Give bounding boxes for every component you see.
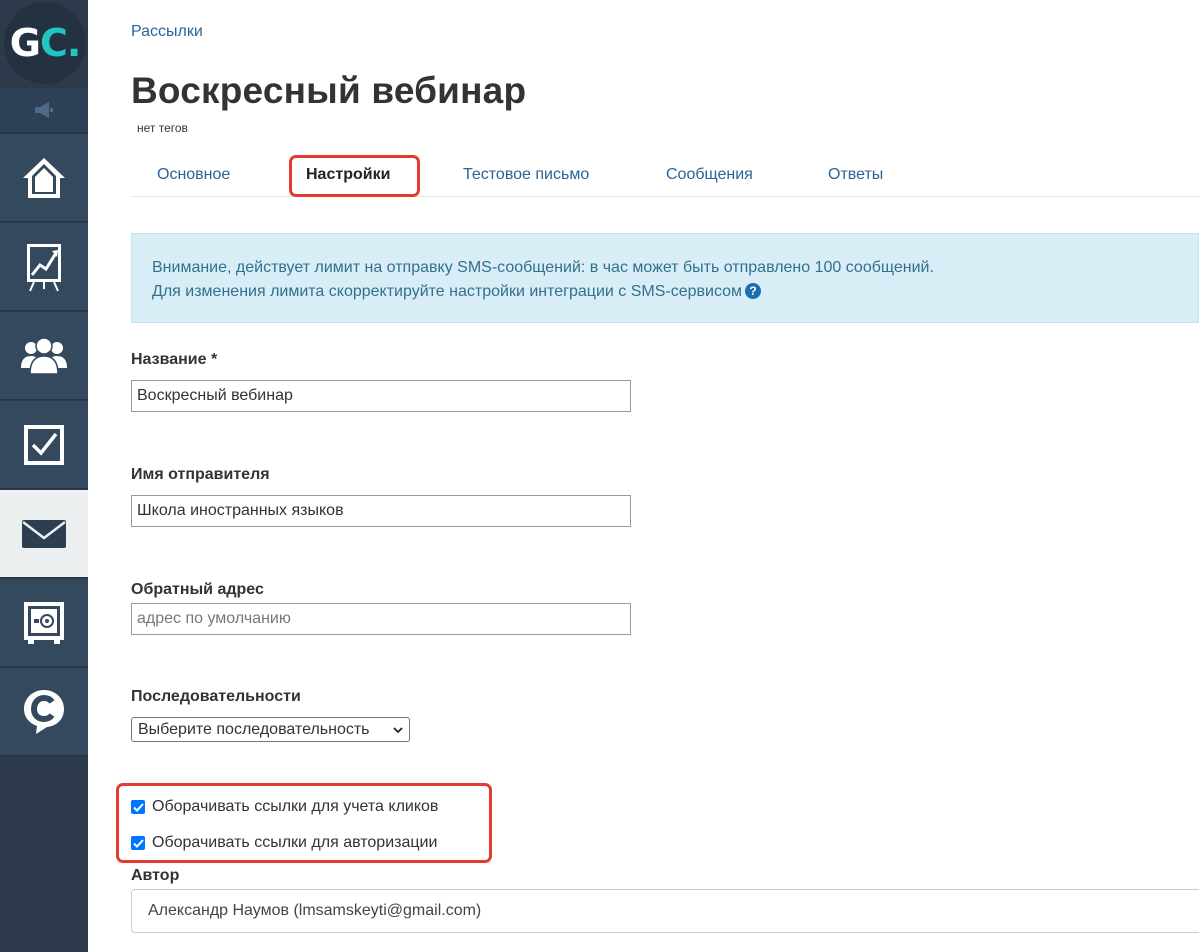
sidebar-item-users[interactable] (0, 312, 88, 400)
main-content: Рассылки Воскресный вебинар нет тегов Ос… (116, 0, 1199, 952)
reply-address-label: Обратный адрес (131, 581, 264, 598)
checkbox-icon (24, 424, 64, 465)
sidebar: GC. (0, 0, 88, 952)
sidebar-item-mailings[interactable] (0, 490, 88, 578)
tab-replies[interactable]: Ответы (828, 166, 883, 184)
wrap-auth-label[interactable]: Оборачивать ссылки для авторизации (152, 834, 437, 852)
announcements-button[interactable] (0, 88, 88, 133)
sequences-label: Последовательности (131, 688, 301, 705)
wrap-clicks-option[interactable]: Оборачивать ссылки для учета кликов (131, 798, 438, 816)
checkmark-icon (132, 838, 144, 848)
logo-text: GC. (9, 21, 82, 65)
chat-c-icon (24, 689, 64, 734)
chart-board-icon (27, 243, 61, 291)
wrap-auth-option[interactable]: Оборачивать ссылки для авторизации (131, 834, 437, 852)
sequence-select-value: Выберите последовательность (138, 720, 370, 738)
author-label: Автор (131, 867, 180, 884)
sender-name-input[interactable] (131, 495, 631, 527)
sidebar-item-sales[interactable] (0, 579, 88, 667)
name-label: Название * (131, 351, 218, 368)
home-icon (23, 157, 65, 198)
reply-address-input[interactable] (131, 603, 631, 635)
alert-line-2-text: Для изменения лимита скорректируйте наст… (152, 283, 743, 300)
logo[interactable]: GC. (4, 2, 86, 84)
users-icon (21, 336, 67, 375)
megaphone-icon (35, 102, 53, 118)
author-select-value: Александр Наумов (lmsamskeyti@gmail.com) (148, 902, 482, 919)
tab-main[interactable]: Основное (157, 166, 230, 184)
name-input[interactable] (131, 380, 631, 412)
wrap-auth-checkbox[interactable] (131, 836, 145, 850)
tags-label[interactable]: нет тегов (137, 121, 188, 135)
tab-settings-highlight (289, 155, 420, 197)
alert-line-2: Для изменения лимита скорректируйте наст… (152, 280, 1178, 304)
sidebar-item-tasks[interactable] (0, 401, 88, 489)
wrap-clicks-checkbox[interactable] (131, 800, 145, 814)
chevron-down-icon (393, 726, 403, 733)
author-select[interactable]: Александр Наумов (lmsamskeyti@gmail.com) (131, 889, 1199, 933)
tab-test-email[interactable]: Тестовое письмо (463, 166, 589, 184)
sender-name-label: Имя отправителя (131, 466, 270, 483)
logo-container[interactable]: GC. (0, 0, 88, 88)
checkmark-icon (132, 802, 144, 812)
safe-icon (24, 601, 64, 644)
sequence-select[interactable]: Выберите последовательность (131, 717, 410, 742)
tabs-bar: Основное Настройки Тестовое письмо Сообщ… (131, 155, 1199, 197)
page-title: Воскресный вебинар (131, 70, 527, 111)
tab-messages[interactable]: Сообщения (666, 166, 753, 184)
sidebar-item-chat[interactable] (0, 668, 88, 756)
wrap-clicks-label[interactable]: Оборачивать ссылки для учета кликов (152, 798, 438, 816)
breadcrumb-mailings[interactable]: Рассылки (131, 23, 203, 41)
sidebar-item-analytics[interactable] (0, 223, 88, 311)
sms-limit-alert: Внимание, действует лимит на отправку SM… (131, 233, 1199, 323)
sidebar-item-home[interactable] (0, 134, 88, 222)
envelope-icon (22, 519, 66, 548)
help-icon[interactable]: ? (745, 283, 762, 299)
alert-line-1: Внимание, действует лимит на отправку SM… (152, 259, 934, 276)
